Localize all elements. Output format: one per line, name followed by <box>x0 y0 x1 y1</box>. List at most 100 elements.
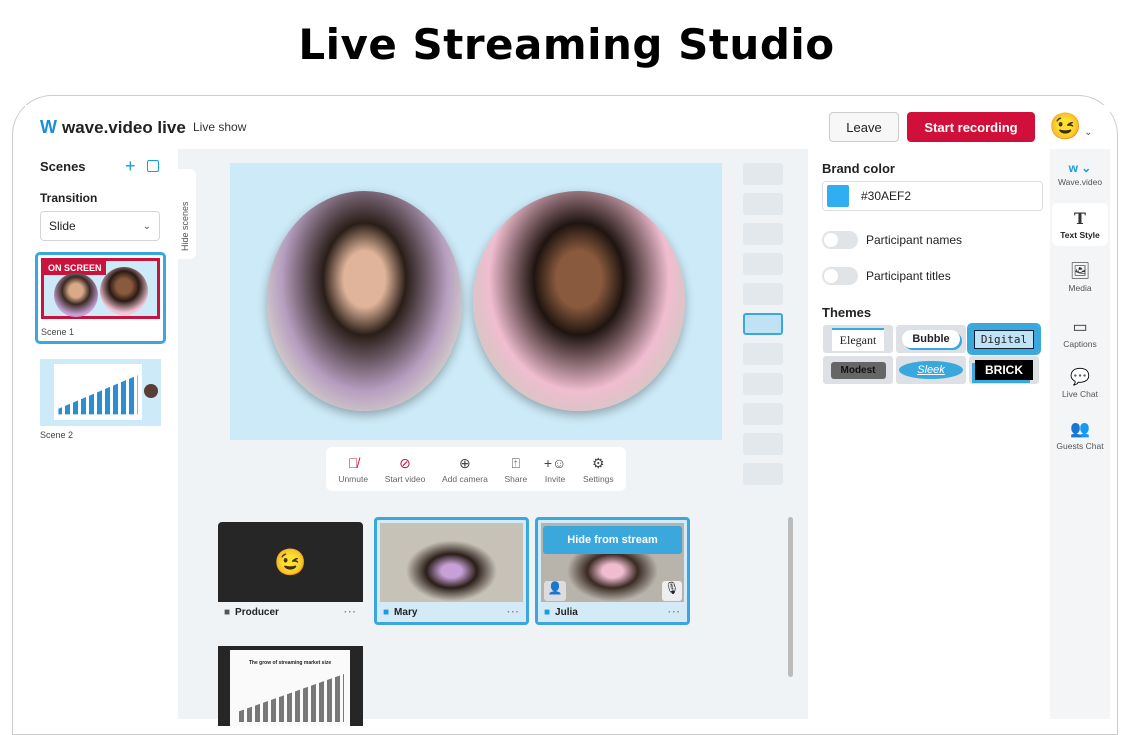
theme-label: Elegant <box>831 327 885 351</box>
start-video-button[interactable]: ⊘ Start video <box>385 455 426 484</box>
participant-circle <box>100 267 148 315</box>
rail-label: Guests Chat <box>1056 441 1104 451</box>
leave-button[interactable]: Leave <box>829 112 899 142</box>
camera-icon: ■ <box>383 606 390 618</box>
add-camera-button[interactable]: ⊕ Add camera <box>442 455 488 484</box>
guests-icon: 👥 <box>1070 421 1090 438</box>
add-scene-icon[interactable]: + <box>125 156 136 177</box>
rail-text-style[interactable]: T Text Style <box>1052 203 1108 246</box>
layout-option[interactable] <box>743 283 783 305</box>
more-icon[interactable]: ··· <box>507 607 520 618</box>
rail-media[interactable]: 🖼 Media <box>1052 261 1108 293</box>
rail-wave-video[interactable]: w ⌄ Wave.video <box>1052 161 1108 187</box>
mic-off-icon: 🎙̸ <box>347 454 359 471</box>
top-bar: Wwave.video live Live show Leave Start r… <box>25 105 1110 149</box>
rail-captions[interactable]: ▭ Captions <box>1052 317 1108 349</box>
rail-label: Media <box>1068 283 1092 293</box>
participant-names-toggle[interactable] <box>822 231 858 249</box>
theme-bubble[interactable]: Bubble <box>896 325 966 353</box>
participant-tile-mary[interactable]: ■ Mary ··· <box>374 517 529 625</box>
shared-slide-tile[interactable]: The grow of streaming market size <box>218 646 363 726</box>
rail-guests-chat[interactable]: 👥 Guests Chat <box>1052 419 1108 451</box>
theme-label: Modest <box>830 361 886 379</box>
logo[interactable]: Wwave.video live <box>40 117 186 138</box>
scene-1-thumbnail: ON SCREEN <box>41 258 160 319</box>
slide-preview: The grow of streaming market size <box>230 650 350 726</box>
more-icon[interactable]: ··· <box>668 607 681 618</box>
producer-avatar: 😉 <box>218 522 363 602</box>
microphone-icon[interactable]: 🎙 <box>662 581 682 601</box>
mary-video <box>380 523 523 603</box>
brand-panel: Brand color #30AEF2 Participant names Pa… <box>808 149 1050 719</box>
transition-select[interactable]: Slide ⌄ <box>40 211 160 241</box>
participant-names-row: Participant names <box>822 231 962 249</box>
user-icon[interactable]: 👤 <box>544 581 566 601</box>
duplicate-scene-icon[interactable] <box>147 160 159 172</box>
participant-name: Julia <box>555 606 578 618</box>
more-icon[interactable]: ··· <box>344 607 357 618</box>
participant-name: Mary <box>394 606 418 618</box>
chat-icon: 💬 <box>1070 369 1090 386</box>
layout-option-selected[interactable] <box>743 313 783 335</box>
brand-color-value: #30AEF2 <box>861 189 912 203</box>
control-toolbar: 🎙̸ Unmute ⊘ Start video ⊕ Add camera ⍐ Share… <box>326 447 626 491</box>
hide-scenes-tab[interactable]: Hide scenes <box>178 169 196 259</box>
wave-logo-icon: W <box>40 117 57 137</box>
camera-icon: ■ <box>224 606 231 618</box>
rail-live-chat[interactable]: 💬 Live Chat <box>1052 367 1108 399</box>
logo-text: wave.video live <box>62 117 186 137</box>
show-name[interactable]: Live show <box>193 120 246 134</box>
participant-circle <box>54 273 98 317</box>
layout-option[interactable] <box>743 403 783 425</box>
brand-color-label: Brand color <box>822 161 895 176</box>
page-title: Live Streaming Studio <box>298 20 835 69</box>
bar-chart-icon <box>58 375 138 415</box>
color-swatch[interactable] <box>827 185 849 207</box>
hide-from-stream-button[interactable]: Hide from stream <box>543 526 682 554</box>
tool-label: Invite <box>544 473 566 484</box>
layout-option[interactable] <box>743 163 783 185</box>
captions-icon: ▭ <box>1072 319 1088 336</box>
scene-name: Scene 2 <box>40 430 74 440</box>
participant-tile-producer[interactable]: 😉 ■ Producer ··· <box>218 522 363 622</box>
scene-2-card[interactable] <box>40 359 161 426</box>
layout-option[interactable] <box>743 373 783 395</box>
share-button[interactable]: ⍐ Share <box>504 455 527 484</box>
user-avatar[interactable]: 😉 ⌄ <box>1049 111 1093 142</box>
stream-preview <box>230 163 722 440</box>
participant-titles-toggle[interactable] <box>822 267 858 285</box>
presenter-avatar <box>144 384 158 398</box>
theme-digital-selected[interactable]: Digital <box>967 323 1041 355</box>
theme-sleek[interactable]: Sleek <box>896 356 966 384</box>
participant-tile-julia[interactable]: Hide from stream 👤 🎙 ■ Julia ··· <box>535 517 690 625</box>
layout-option[interactable] <box>743 463 783 485</box>
hide-scenes-label: Hide scenes <box>180 201 190 251</box>
layout-option[interactable] <box>743 433 783 455</box>
start-recording-button[interactable]: Start recording <box>907 112 1035 142</box>
plus-circle-icon: ⊕ <box>459 454 471 471</box>
scene-1-card[interactable]: ON SCREEN Scene 1 <box>35 252 166 344</box>
tool-label: Start video <box>384 473 426 484</box>
rail-label: Wave.video <box>1057 177 1103 187</box>
scene-name: Scene 1 <box>41 327 75 337</box>
theme-label: BRICK <box>975 360 1033 380</box>
transition-label: Transition <box>40 191 98 205</box>
layout-option[interactable] <box>743 343 783 365</box>
theme-label: Bubble <box>902 330 960 348</box>
theme-modest[interactable]: Modest <box>823 356 893 384</box>
scrollbar[interactable] <box>788 517 793 677</box>
participant-titles-row: Participant titles <box>822 267 951 285</box>
mary-video-circle <box>267 191 462 411</box>
theme-elegant[interactable]: Elegant <box>823 325 893 353</box>
themes-label: Themes <box>822 305 872 320</box>
scenes-heading: Scenes <box>40 159 86 174</box>
theme-brick[interactable]: BRICK <box>969 356 1039 384</box>
settings-button[interactable]: ⚙ Settings <box>583 455 614 484</box>
scenes-sidebar: Scenes + Transition Slide ⌄ ON SCREEN Sce… <box>25 149 178 719</box>
layout-option[interactable] <box>743 253 783 275</box>
unmute-button[interactable]: 🎙̸ Unmute <box>338 455 368 484</box>
layout-option[interactable] <box>743 193 783 215</box>
brand-color-input[interactable]: #30AEF2 <box>822 181 1043 211</box>
invite-button[interactable]: +☺ Invite <box>544 455 566 484</box>
layout-option[interactable] <box>743 223 783 245</box>
